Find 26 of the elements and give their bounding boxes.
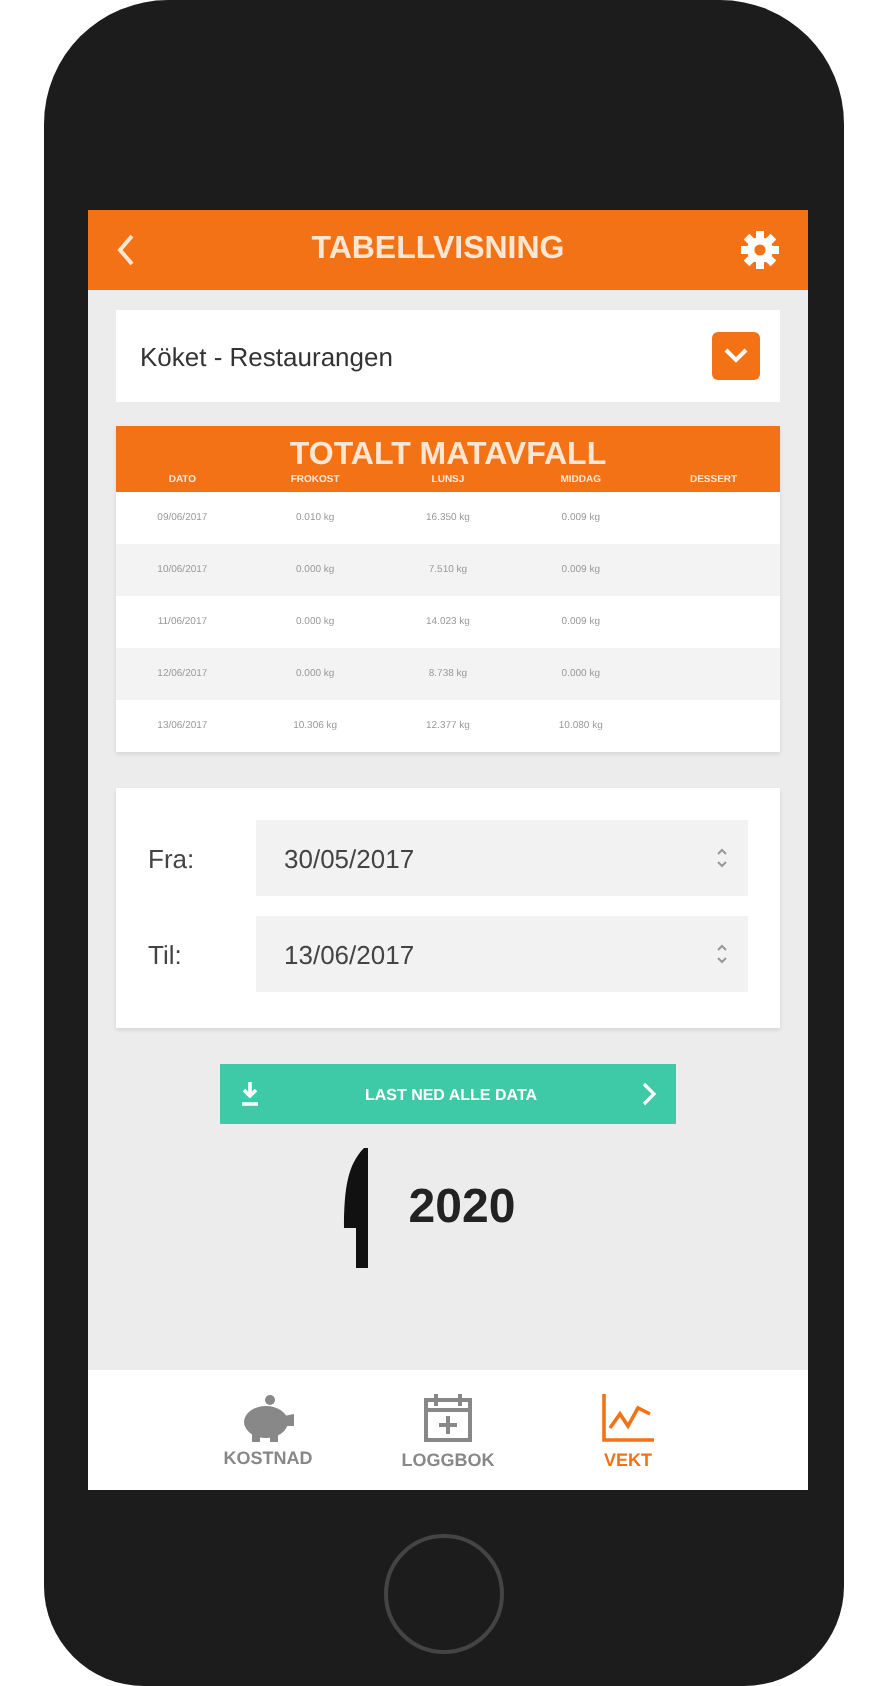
- back-icon[interactable]: [116, 234, 136, 266]
- download-button[interactable]: LAST NED ALLE DATA: [220, 1064, 676, 1124]
- dropdown-button[interactable]: [712, 332, 760, 380]
- line-chart-icon: [600, 1391, 656, 1443]
- date-field[interactable]: 13/06/2017: [256, 916, 748, 992]
- chevron-right-icon: [641, 1082, 656, 1106]
- piggy-bank-icon: [240, 1393, 296, 1441]
- dropdown-value: Köket - Restaurangen: [140, 341, 393, 371]
- knife-icon: [340, 1148, 373, 1268]
- download-icon: [240, 1082, 260, 1106]
- date-field[interactable]: 30/05/2017: [256, 820, 748, 896]
- stepper-icon[interactable]: [716, 942, 728, 966]
- table-title: TOTALT MATAVFALL: [287, 438, 609, 474]
- screen-title: TABELLVISNING: [311, 232, 565, 268]
- logo-text: 2020: [408, 1180, 516, 1236]
- nav-tab[interactable]: KOSTNAD: [208, 1370, 328, 1490]
- date-label: Til:: [148, 939, 184, 969]
- nav-tab[interactable]: VEKT: [568, 1370, 688, 1490]
- home-button[interactable]: [384, 1534, 504, 1654]
- settings-icon[interactable]: [739, 230, 780, 270]
- nav-tab[interactable]: LOGGBOK: [388, 1370, 508, 1490]
- location-dropdown[interactable]: Köket - Restaurangen: [116, 310, 780, 402]
- chevron-down-icon: [724, 348, 748, 364]
- date-label: Fra:: [148, 843, 197, 873]
- stepper-icon[interactable]: [716, 846, 728, 870]
- calendar-plus-icon: [422, 1391, 474, 1443]
